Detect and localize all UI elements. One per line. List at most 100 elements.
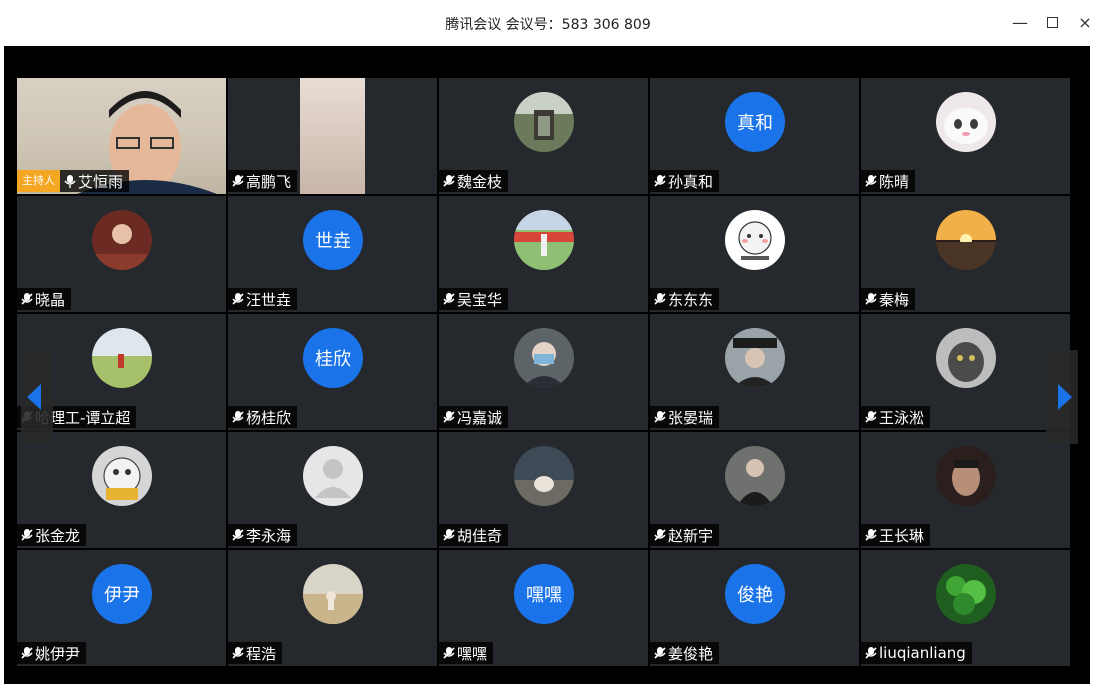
mic-muted-icon (865, 647, 877, 659)
next-page-button[interactable] (1046, 350, 1078, 444)
participant-tile[interactable]: 世垚 汪世垚 (228, 196, 437, 312)
participant-name: 艾恒雨 (78, 172, 124, 191)
name-bar: 张晏瑞 (650, 406, 720, 428)
participant-tile[interactable]: 魏金枝 (439, 78, 648, 194)
mic-muted-icon (443, 293, 455, 305)
prev-page-button[interactable] (21, 350, 53, 444)
close-button[interactable]: × (1070, 8, 1096, 38)
participant-tile[interactable]: 陈晴 (861, 78, 1070, 194)
name-bar: 陈晴 (861, 170, 916, 192)
participant-tile[interactable]: 程浩 (228, 550, 437, 666)
mic-muted-icon (654, 175, 666, 187)
participant-tile[interactable]: 桂欣 杨桂欣 (228, 314, 437, 430)
avatar-image (92, 210, 152, 270)
avatar-image (936, 446, 996, 506)
chevron-right-icon (1058, 384, 1072, 410)
initials-avatar: 嘿嘿 (514, 564, 574, 624)
avatar (936, 210, 996, 270)
participant-name: 东东东 (668, 290, 714, 309)
name-bar: 杨桂欣 (228, 406, 298, 428)
window-title: 腾讯会议 会议号：583 306 809 (445, 17, 651, 33)
avatar (92, 328, 152, 388)
name-bar: 晓晶 (17, 288, 72, 310)
mic-muted-icon (21, 647, 33, 659)
participant-name: 胡佳奇 (457, 526, 503, 545)
participant-name: 魏金枝 (457, 172, 503, 191)
participant-tile[interactable]: 吴宝华 (439, 196, 648, 312)
name-bar: 赵新宇 (650, 524, 720, 546)
name-bar: 王泳淞 (861, 406, 931, 428)
participant-tile[interactable]: 俊艳 姜俊艳 (650, 550, 859, 666)
participant-name: 王泳淞 (879, 408, 925, 427)
avatar-image (936, 210, 996, 270)
name-bar: liuqianliang (861, 642, 972, 664)
participant-tile[interactable]: 王泳淞 (861, 314, 1070, 430)
mic-muted-icon (232, 175, 244, 187)
participant-tile[interactable]: 高鹏飞 (228, 78, 437, 194)
chevron-left-icon (27, 384, 41, 410)
participant-name: 张晏瑞 (668, 408, 714, 427)
name-bar: 王长琳 (861, 524, 931, 546)
video-stage: 主持人 艾恒雨 高鹏飞 魏金枝 真和 孙真和 陈晴 晓晶 世垚 汪世垚 吴宝华 东东东 秦梅 哈理工-谭立… (4, 46, 1090, 684)
mic-muted-icon (21, 529, 33, 541)
participant-tile[interactable]: 冯嘉诚 (439, 314, 648, 430)
name-bar: 冯嘉诚 (439, 406, 509, 428)
participant-tile[interactable]: 秦梅 (861, 196, 1070, 312)
mic-muted-icon (443, 529, 455, 541)
name-bar: 高鹏飞 (228, 170, 298, 192)
avatar-image (936, 564, 996, 624)
avatar (725, 446, 785, 506)
minimize-button[interactable]: — (1005, 8, 1035, 38)
avatar (92, 446, 152, 506)
maximize-button[interactable] (1037, 8, 1067, 38)
name-bar: 程浩 (228, 642, 283, 664)
avatar-image (725, 328, 785, 388)
participant-tile[interactable]: liuqianliang (861, 550, 1070, 666)
participant-name: 秦梅 (879, 290, 910, 309)
avatar (514, 92, 574, 152)
mic-muted-icon (443, 175, 455, 187)
name-bar: 主持人 艾恒雨 (17, 170, 130, 192)
participant-tile[interactable]: 真和孙真和 (650, 78, 859, 194)
mic-muted-icon (21, 293, 33, 305)
participant-tile[interactable]: 东东东 (650, 196, 859, 312)
participant-name: 孙真和 (668, 172, 714, 191)
participant-name: 李永海 (246, 526, 292, 545)
participant-tile[interactable]: 张晏瑞 (650, 314, 859, 430)
participant-name: 吴宝华 (457, 290, 503, 309)
participant-name: 晓晶 (35, 290, 66, 309)
mic-muted-icon (865, 175, 877, 187)
avatar (936, 564, 996, 624)
avatar-image (725, 446, 785, 506)
video-feed (300, 78, 365, 194)
participant-name: 程浩 (246, 644, 277, 663)
participant-tile[interactable]: 赵新宇 (650, 432, 859, 548)
participant-tile[interactable]: 伊尹 姚伊尹 (17, 550, 226, 666)
avatar (514, 446, 574, 506)
participant-name: 张金龙 (35, 526, 81, 545)
avatar-image (936, 328, 996, 388)
participant-tile[interactable]: 嘿嘿 嘿嘿 (439, 550, 648, 666)
name-bar: 嘿嘿 (439, 642, 494, 664)
participant-name: 姜俊艳 (668, 644, 714, 663)
name-bar: 李永海 (228, 524, 298, 546)
mic-muted-icon (865, 411, 877, 423)
participant-tile[interactable]: 张金龙 (17, 432, 226, 548)
participant-tile[interactable]: 胡佳奇 (439, 432, 648, 548)
participant-tile[interactable]: 李永海 (228, 432, 437, 548)
mic-on-icon (64, 175, 76, 188)
name-bar: 秦梅 (861, 288, 916, 310)
mic-muted-icon (654, 411, 666, 423)
participant-tile[interactable]: 主持人 艾恒雨 (17, 78, 226, 194)
participant-name: 杨桂欣 (246, 408, 292, 427)
mic-muted-icon (443, 647, 455, 659)
avatar-image (303, 564, 363, 624)
participant-name: liuqianliang (879, 644, 966, 662)
participant-name: 赵新宇 (668, 526, 714, 545)
participant-tile[interactable]: 晓晶 (17, 196, 226, 312)
avatar (725, 210, 785, 270)
mic-muted-icon (232, 411, 244, 423)
initials-avatar: 真和 (725, 92, 785, 152)
avatar (303, 564, 363, 624)
participant-tile[interactable]: 王长琳 (861, 432, 1070, 548)
